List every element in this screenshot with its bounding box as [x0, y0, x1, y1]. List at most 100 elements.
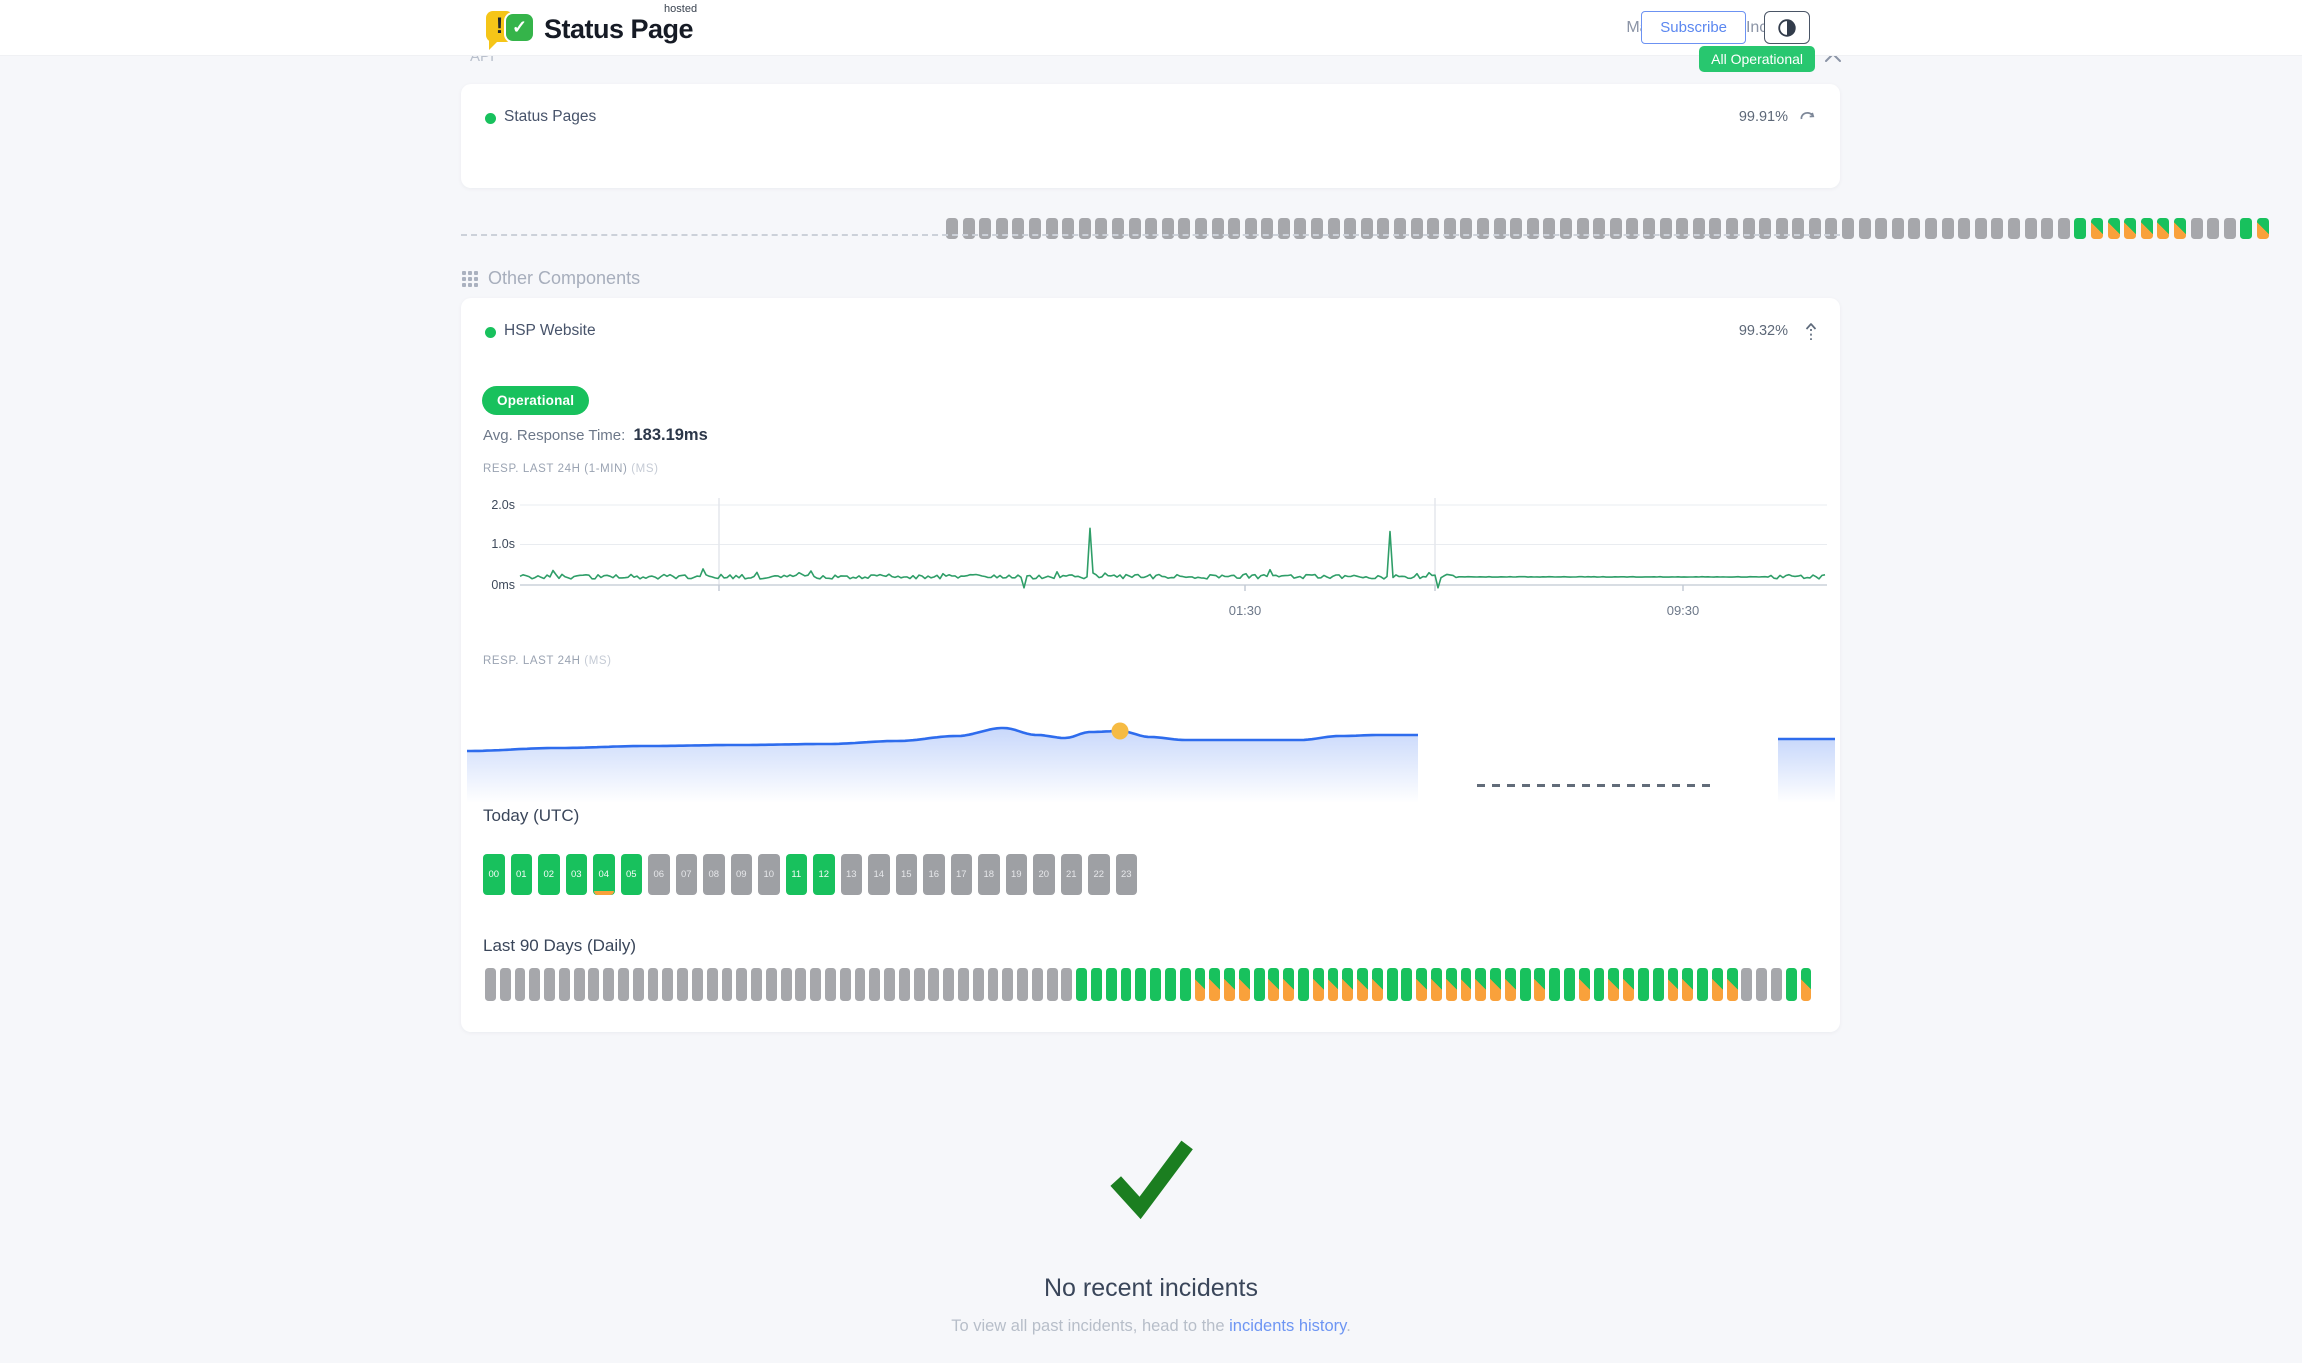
hour-block[interactable]: 15	[896, 854, 918, 895]
theme-toggle-button[interactable]	[1764, 11, 1810, 44]
uptime-bar[interactable]	[2224, 218, 2236, 239]
uptime-bar[interactable]	[1668, 968, 1679, 1001]
uptime-bar[interactable]	[1842, 218, 1854, 239]
uptime-bar[interactable]	[958, 968, 969, 1001]
uptime-bar[interactable]	[1121, 968, 1132, 1001]
uptime-bar[interactable]	[1254, 968, 1265, 1001]
uptime-bar[interactable]	[1925, 218, 1937, 239]
uptime-bar[interactable]	[766, 968, 777, 1001]
uptime-bar[interactable]	[943, 968, 954, 1001]
uptime-bar[interactable]	[1387, 968, 1398, 1001]
status-badge[interactable]: All Operational	[1699, 46, 1815, 72]
uptime-bar[interactable]	[1549, 968, 1560, 1001]
uptime-bar[interactable]	[559, 968, 570, 1001]
uptime-bar[interactable]	[1958, 218, 1970, 239]
uptime-bar[interactable]	[736, 968, 747, 1001]
highlight-dot[interactable]	[1112, 723, 1129, 740]
uptime-bar[interactable]	[840, 968, 851, 1001]
uptime-bar[interactable]	[1697, 968, 1708, 1001]
uptime-bar[interactable]	[1313, 968, 1324, 1001]
uptime-bar[interactable]	[1520, 968, 1531, 1001]
uptime-bar[interactable]	[1638, 968, 1649, 1001]
uptime-bar[interactable]	[1239, 968, 1250, 1001]
uptime-bar[interactable]	[1534, 968, 1545, 1001]
hour-block[interactable]: 13	[841, 854, 863, 895]
uptime-bar[interactable]	[544, 968, 555, 1001]
uptime-bar[interactable]	[1372, 968, 1383, 1001]
incidents-history-link[interactable]: incidents history	[1229, 1317, 1346, 1335]
uptime-bar[interactable]	[1475, 968, 1486, 1001]
uptime-bar[interactable]	[1017, 968, 1028, 1001]
uptime-bar[interactable]	[2157, 218, 2169, 239]
uptime-bar[interactable]	[633, 968, 644, 1001]
uptime-bar[interactable]	[928, 968, 939, 1001]
uptime-bar[interactable]	[1328, 968, 1339, 1001]
uptime-bar[interactable]	[662, 968, 673, 1001]
uptime-bar[interactable]	[1490, 968, 1501, 1001]
uptime-bar[interactable]	[1357, 968, 1368, 1001]
uptime-bar[interactable]	[1859, 218, 1871, 239]
uptime-bar[interactable]	[648, 968, 659, 1001]
hour-block[interactable]: 11	[786, 854, 808, 895]
uptime-bar[interactable]	[1431, 968, 1442, 1001]
uptime-bar[interactable]	[618, 968, 629, 1001]
uptime-bar[interactable]	[1653, 968, 1664, 1001]
hour-block[interactable]: 12	[813, 854, 835, 895]
uptime-bar[interactable]	[1682, 968, 1693, 1001]
uptime-bar[interactable]	[1801, 968, 1812, 1001]
uptime-bar[interactable]	[2191, 218, 2203, 239]
uptime-bar[interactable]	[884, 968, 895, 1001]
uptime-bar[interactable]	[1268, 968, 1279, 1001]
uptime-bar[interactable]	[500, 968, 511, 1001]
hour-block[interactable]: 07	[676, 854, 698, 895]
uptime-bar[interactable]	[1505, 968, 1516, 1001]
uptime-bar[interactable]	[1209, 968, 1220, 1001]
uptime-bar[interactable]	[1416, 968, 1427, 1001]
uptime-bar[interactable]	[1623, 968, 1634, 1001]
uptime-bar[interactable]	[1741, 968, 1752, 1001]
uptime-bar[interactable]	[1224, 968, 1235, 1001]
uptime-bar[interactable]	[1106, 968, 1117, 1001]
uptime-bar[interactable]	[485, 968, 496, 1001]
uptime-bar[interactable]	[1771, 968, 1782, 1001]
uptime-bar[interactable]	[2041, 218, 2053, 239]
uptime-bar[interactable]	[707, 968, 718, 1001]
uptime-bar[interactable]	[722, 968, 733, 1001]
hour-block[interactable]: 04	[593, 854, 615, 895]
hour-block[interactable]: 00	[483, 854, 505, 895]
uptime-bar[interactable]	[2025, 218, 2037, 239]
uptime-bar[interactable]	[2091, 218, 2103, 239]
uptime-bar[interactable]	[1712, 968, 1723, 1001]
hour-block[interactable]: 19	[1006, 854, 1028, 895]
uptime-bar[interactable]	[914, 968, 925, 1001]
hour-block[interactable]: 16	[923, 854, 945, 895]
uptime-bar[interactable]	[1047, 968, 1058, 1001]
uptime-bar[interactable]	[1135, 968, 1146, 1001]
uptime-bar[interactable]	[2058, 218, 2070, 239]
uptime-bar[interactable]	[692, 968, 703, 1001]
uptime-bar[interactable]	[2074, 218, 2086, 239]
subscribe-button[interactable]: Subscribe	[1641, 11, 1746, 44]
uptime-bar[interactable]	[1165, 968, 1176, 1001]
uptime-bar[interactable]	[1727, 968, 1738, 1001]
uptime-bar[interactable]	[751, 968, 762, 1001]
hour-block[interactable]: 23	[1116, 854, 1138, 895]
uptime-bar[interactable]	[2240, 218, 2252, 239]
uptime-bar[interactable]	[1594, 968, 1605, 1001]
uptime-bar[interactable]	[1756, 968, 1767, 1001]
uptime-bar[interactable]	[1875, 218, 1887, 239]
hour-block[interactable]: 21	[1061, 854, 1083, 895]
hour-block[interactable]: 03	[566, 854, 588, 895]
uptime-bar[interactable]	[677, 968, 688, 1001]
uptime-bar[interactable]	[2174, 218, 2186, 239]
uptime-bar[interactable]	[795, 968, 806, 1001]
uptime-bar[interactable]	[1061, 968, 1072, 1001]
hour-block[interactable]: 14	[868, 854, 890, 895]
uptime-bar[interactable]	[1461, 968, 1472, 1001]
uptime-bar[interactable]	[2257, 218, 2269, 239]
refresh-icon[interactable]	[1798, 108, 1818, 131]
uptime-bar[interactable]	[973, 968, 984, 1001]
uptime-bar[interactable]	[1579, 968, 1590, 1001]
uptime-bar[interactable]	[781, 968, 792, 1001]
uptime-bar[interactable]	[603, 968, 614, 1001]
